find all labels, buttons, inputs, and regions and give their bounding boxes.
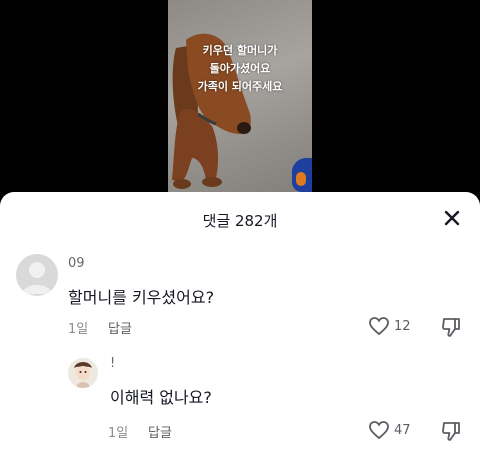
heart-outline-icon <box>369 317 389 336</box>
video-caption-line-1: 키우던 할머니가 <box>202 44 278 57</box>
like-count: 12 <box>394 318 411 334</box>
comments-title: 댓글 282개 <box>202 212 278 230</box>
video-caption-line-3: 가족이 되어주세요 <box>197 80 283 93</box>
toy <box>292 158 312 192</box>
dislike-button[interactable] <box>440 420 462 446</box>
video-frame[interactable]: 키우던 할머니가 돌아가셨어요 가족이 되어주세요 <box>168 0 312 210</box>
default-avatar-icon <box>22 262 52 294</box>
like-button[interactable]: 47 <box>368 420 411 440</box>
avatar[interactable] <box>68 358 98 388</box>
comment-username[interactable]: 09 <box>68 256 85 271</box>
close-button[interactable] <box>438 204 466 232</box>
like-button[interactable]: 12 <box>368 316 411 336</box>
comment-username[interactable]: ! <box>110 356 115 371</box>
dislike-button[interactable] <box>440 316 462 342</box>
comment-text: 이해력 없나요? <box>110 388 212 407</box>
thumbs-down-icon <box>442 422 460 441</box>
avatar[interactable] <box>16 254 58 296</box>
close-icon <box>444 210 460 226</box>
like-count: 47 <box>394 422 411 438</box>
comment-time: 1일 <box>68 322 89 337</box>
thumbs-down-icon <box>442 318 460 337</box>
reply-button[interactable]: 답글 <box>108 318 132 337</box>
comment-time: 1일 <box>108 426 129 441</box>
reply-button[interactable]: 답글 <box>148 422 172 441</box>
heart-outline-icon <box>369 421 389 440</box>
comments-sheet: 댓글 282개 09 할머니를 키우셨어요? 1일 답글 12 ! 이해력 없나… <box>0 192 480 451</box>
user-avatar-image <box>68 358 98 388</box>
video-player[interactable]: 키우던 할머니가 돌아가셨어요 가족이 되어주세요 <box>0 0 480 210</box>
video-caption-line-2: 돌아가셨어요 <box>209 62 271 75</box>
comment-text: 할머니를 키우셨어요? <box>68 288 215 307</box>
